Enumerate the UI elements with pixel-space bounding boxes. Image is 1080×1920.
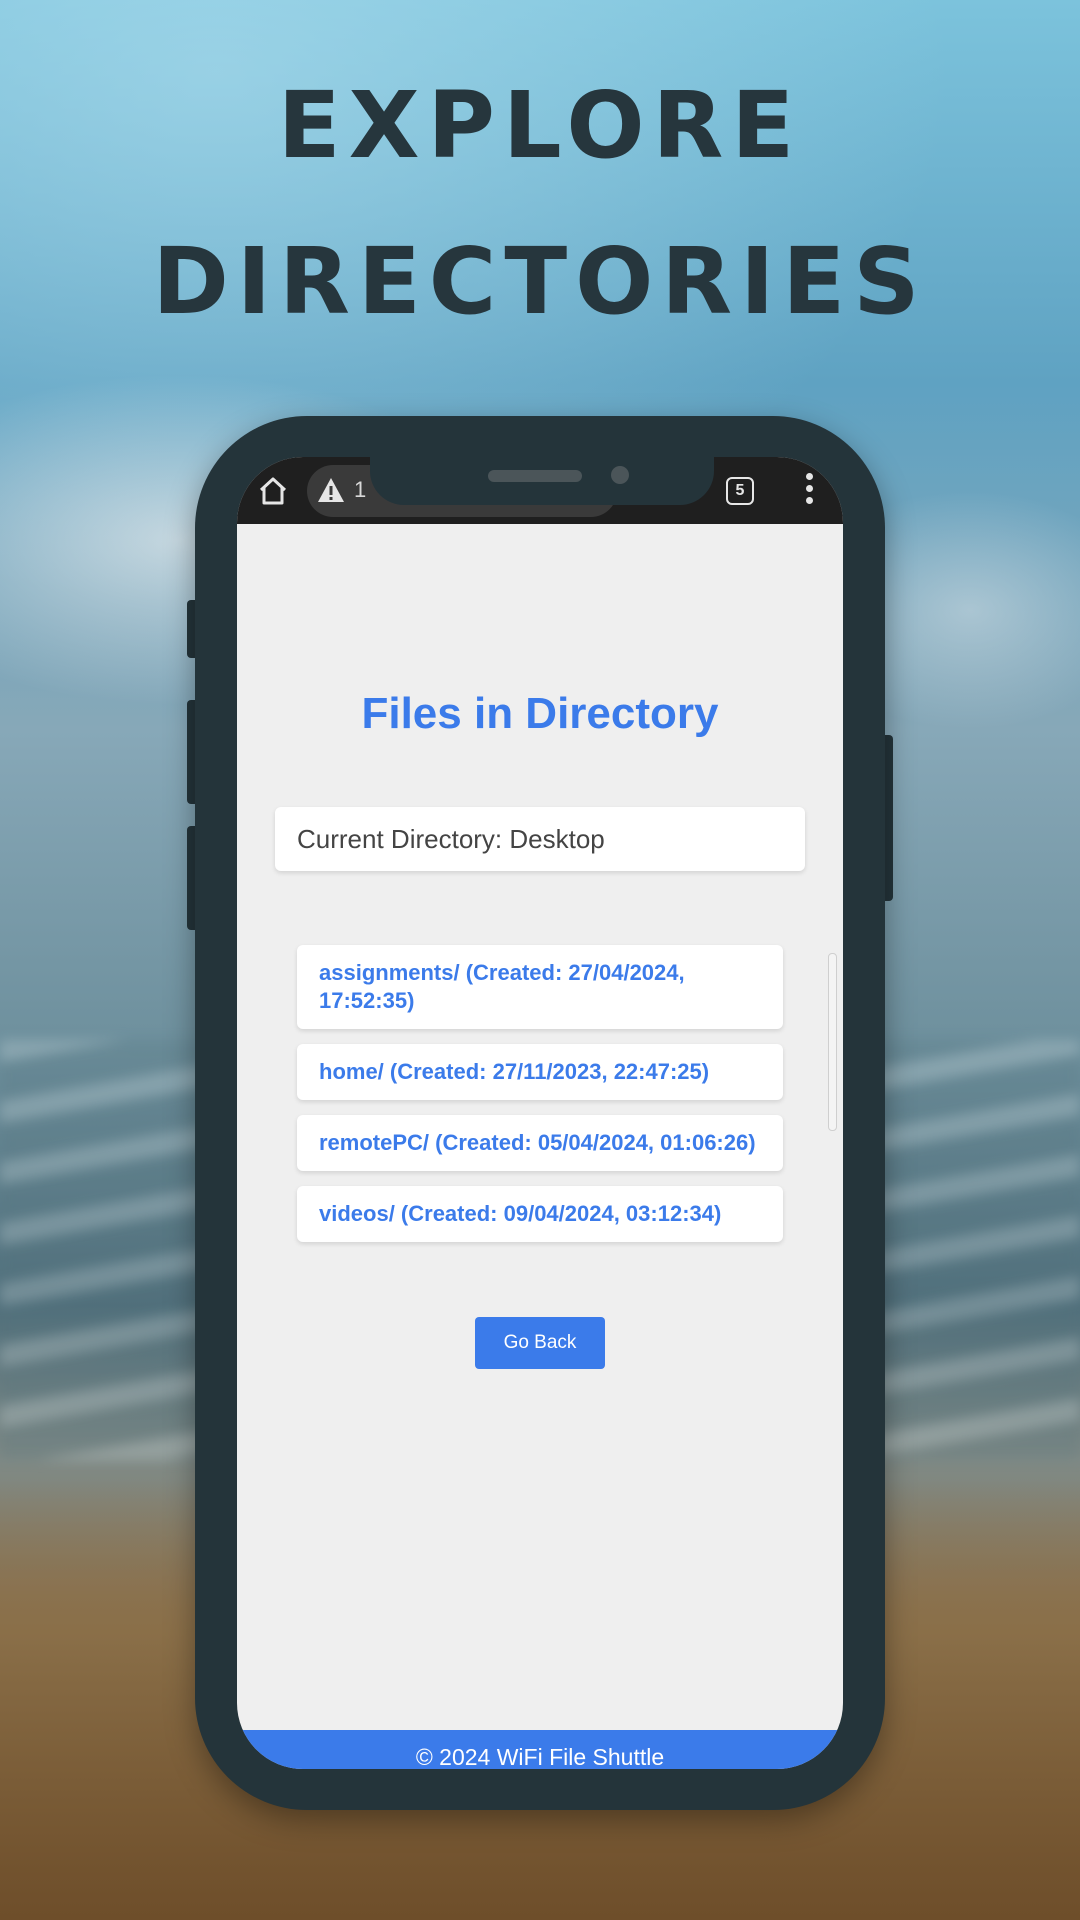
directory-item-remotepc[interactable]: remotePC/ (Created: 05/04/2024, 01:06:26… (297, 1115, 783, 1171)
promo-screen: EXPLORE DIRECTORIES 1 5 Files in Directo… (0, 0, 1080, 1920)
list-scrollbar[interactable] (828, 953, 837, 1131)
page-title: Files in Directory (361, 689, 719, 738)
directory-item-videos[interactable]: videos/ (Created: 09/04/2024, 03:12:34) (297, 1186, 783, 1242)
phone-screen: 1 5 Files in Directory Current Directory… (237, 457, 843, 1769)
page-footer: © 2024 WiFi File Shuttle (237, 1730, 843, 1769)
headline-line-1: EXPLORE (277, 72, 803, 179)
tabs-icon[interactable]: 5 (726, 477, 754, 505)
address-text: 1 (354, 477, 367, 502)
directory-item-home[interactable]: home/ (Created: 27/11/2023, 22:47:25) (297, 1044, 783, 1100)
go-back-button[interactable]: Go Back (475, 1317, 605, 1369)
phone-speaker (488, 470, 582, 482)
home-icon[interactable] (257, 475, 289, 507)
current-directory-box: Current Directory: Desktop (275, 807, 805, 871)
headline-line-2: DIRECTORIES (152, 228, 928, 335)
more-vert-icon[interactable] (805, 473, 813, 507)
current-directory-label: Current Directory: Desktop (297, 824, 605, 854)
warning-icon (318, 478, 344, 502)
phone-camera (611, 466, 629, 484)
directory-list: assignments/ (Created: 27/04/2024, 17:52… (297, 945, 783, 1257)
directory-item-assignments[interactable]: assignments/ (Created: 27/04/2024, 17:52… (297, 945, 783, 1029)
